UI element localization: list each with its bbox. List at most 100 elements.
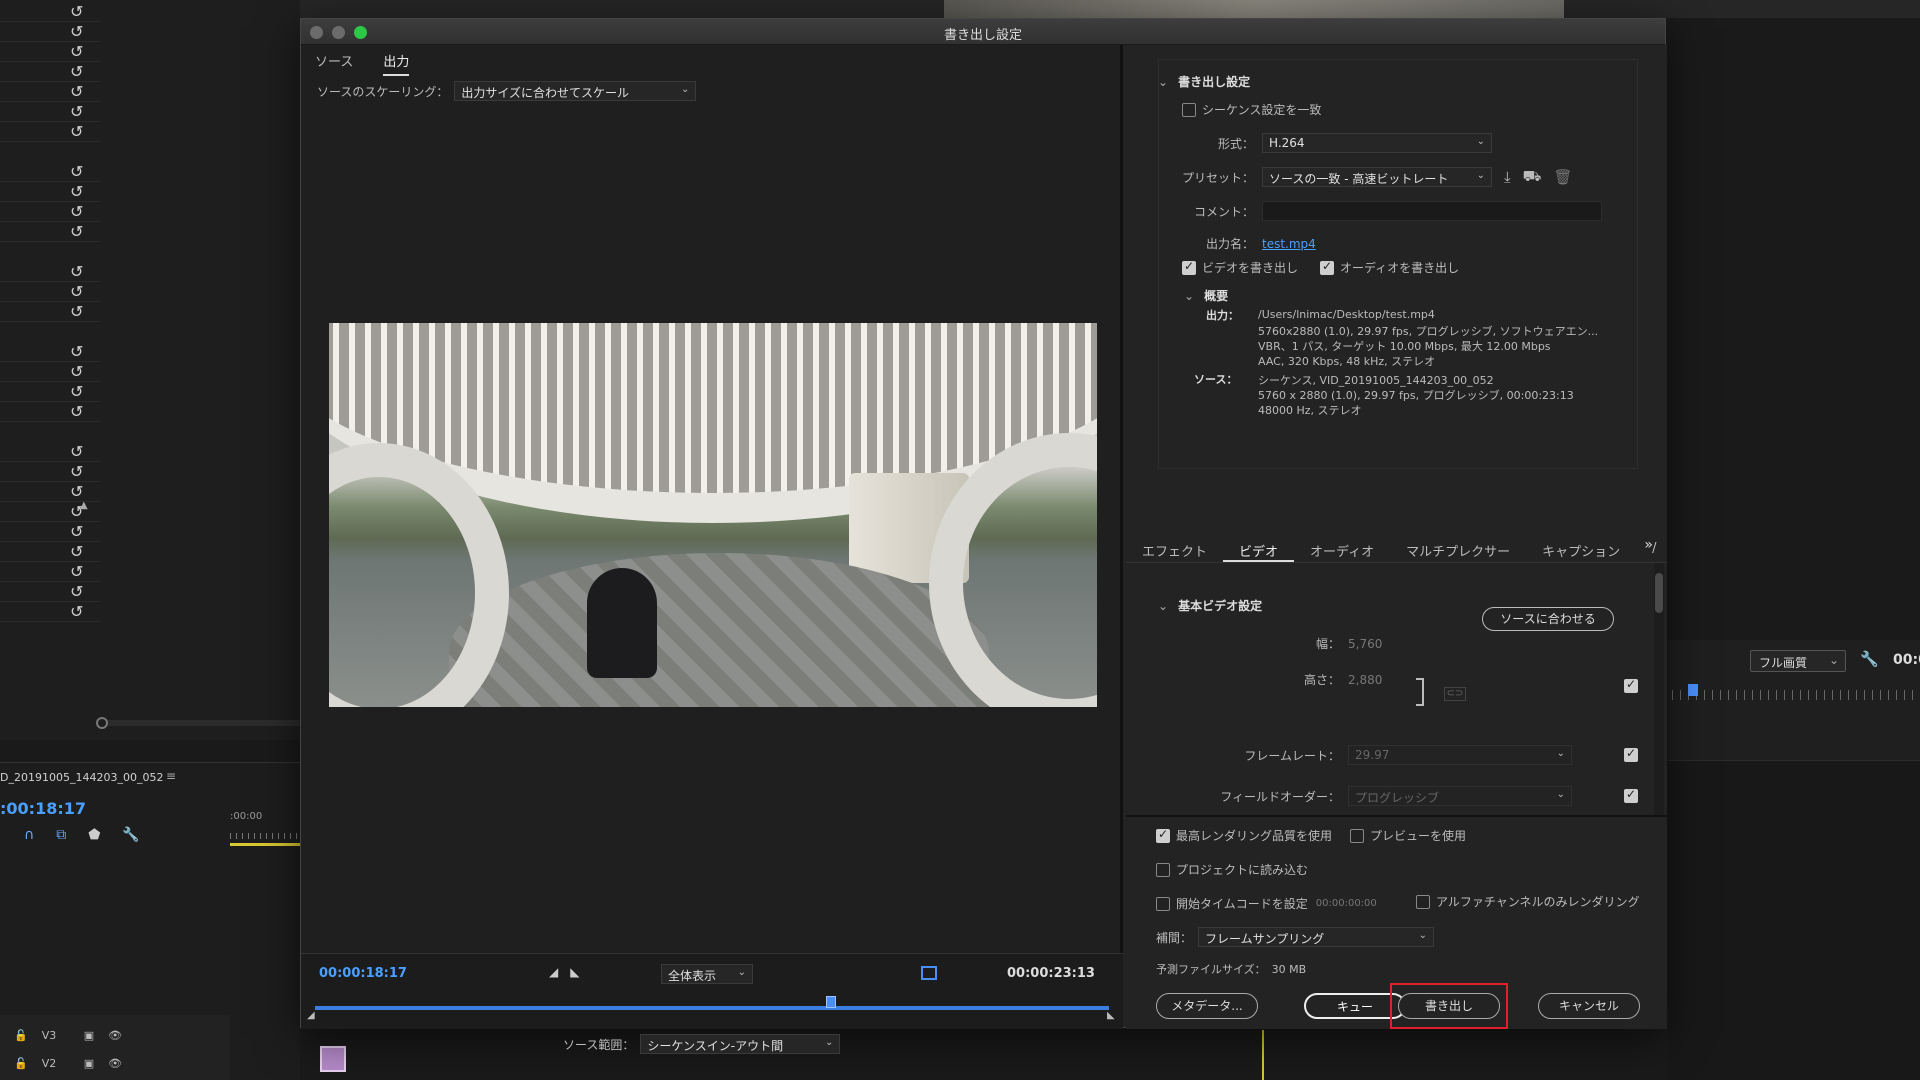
- program-ruler[interactable]: [1672, 690, 1920, 700]
- history-row[interactable]: ↺: [0, 560, 100, 582]
- history-row[interactable]: ↺: [0, 280, 100, 302]
- video-preview[interactable]: [329, 323, 1097, 707]
- import-preset-icon[interactable]: ⛟: [1523, 167, 1542, 187]
- delete-preset-icon[interactable]: 🗑: [1554, 168, 1573, 186]
- width-height-override-checkbox[interactable]: [1624, 677, 1638, 693]
- max-quality-row[interactable]: 最高レンダリング品質を使用: [1156, 827, 1332, 844]
- match-sequence-row[interactable]: シーケンス設定を一致: [1182, 101, 1321, 118]
- history-row[interactable]: ↺: [0, 20, 100, 42]
- tab-audio[interactable]: オーディオ: [1294, 533, 1390, 562]
- panel-menu-icon[interactable]: ≡: [166, 769, 176, 783]
- sequence-name[interactable]: D_20191005_144203_00_052: [0, 771, 163, 784]
- track-v3[interactable]: 🔓 V3 ▣ 👁: [0, 1021, 230, 1049]
- film-icon[interactable]: ▣: [84, 1029, 94, 1042]
- scrub-bar[interactable]: [315, 1006, 1109, 1010]
- field-order-select[interactable]: プログレッシブ ⌄: [1348, 786, 1572, 806]
- export-audio-checkbox[interactable]: [1320, 259, 1334, 275]
- history-row[interactable]: ↺: [0, 120, 100, 142]
- history-row[interactable]: ↺: [0, 460, 100, 482]
- wrench-icon[interactable]: 🔧: [122, 827, 139, 843]
- timeline-ruler[interactable]: :00:00: [230, 811, 300, 851]
- export-video-row[interactable]: ビデオを書き出し: [1182, 259, 1298, 276]
- history-row[interactable]: ↺: [0, 180, 100, 202]
- lock-icon[interactable]: 🔓: [14, 1057, 28, 1070]
- alpha-only-checkbox[interactable]: [1416, 894, 1430, 909]
- wrench-icon[interactable]: 🔧: [1860, 650, 1879, 668]
- basic-video-header[interactable]: ⌄ 基本ビデオ設定: [1158, 597, 1262, 614]
- framerate-select[interactable]: 29.97 ⌄: [1348, 745, 1572, 765]
- tab-effects[interactable]: エフェクト: [1126, 533, 1223, 562]
- format-select[interactable]: H.264 ⌄: [1262, 133, 1492, 153]
- link-icon[interactable]: ⊂⊃: [1444, 687, 1466, 701]
- history-row[interactable]: ↺: [0, 380, 100, 402]
- history-row[interactable]: ↺: [0, 60, 100, 82]
- max-quality-checkbox[interactable]: [1156, 827, 1170, 843]
- import-project-checkbox[interactable]: [1156, 862, 1170, 877]
- set-out-point-icon[interactable]: ◣: [570, 965, 579, 979]
- history-row[interactable]: ↺: [0, 220, 100, 242]
- save-preset-icon[interactable]: ⤓: [1504, 168, 1511, 186]
- history-row[interactable]: ↺: [0, 300, 100, 322]
- history-row[interactable]: ↺: [0, 100, 100, 122]
- crop-icon[interactable]: [921, 966, 937, 980]
- source-range-select[interactable]: シーケンスイン-アウト間 ⌄: [640, 1034, 841, 1054]
- eye-icon[interactable]: 👁: [108, 1057, 122, 1070]
- zoom-select[interactable]: 全体表示 ⌄: [661, 964, 753, 984]
- program-playhead[interactable]: [1688, 684, 1698, 696]
- tab-source[interactable]: ソース: [315, 51, 353, 76]
- history-row[interactable]: ↺: [0, 0, 100, 22]
- linked-selection-icon[interactable]: ⧉: [56, 827, 66, 843]
- cancel-button[interactable]: キャンセル: [1538, 993, 1640, 1019]
- tab-output[interactable]: 出力: [383, 51, 410, 76]
- history-row[interactable]: ↺: [0, 200, 100, 222]
- comment-field[interactable]: [1262, 201, 1602, 221]
- use-preview-checkbox[interactable]: [1350, 828, 1364, 843]
- history-row[interactable]: ↺: [0, 400, 100, 422]
- summary-header[interactable]: ⌄ 概要: [1184, 287, 1228, 304]
- history-row[interactable]: ↺: [0, 440, 100, 462]
- history-row[interactable]: ↺: [0, 340, 100, 362]
- program-timecode[interactable]: 00:0: [1893, 652, 1920, 668]
- start-timecode-value[interactable]: 00:00:00:00: [1316, 898, 1377, 909]
- eye-icon[interactable]: 👁: [108, 1029, 122, 1042]
- current-timecode[interactable]: 00:00:18:17: [319, 966, 407, 981]
- more-tabs-icon[interactable]: »: [1644, 537, 1653, 553]
- timeline-clip[interactable]: [320, 1046, 346, 1072]
- preview-playhead[interactable]: [826, 996, 837, 1008]
- film-icon[interactable]: ▣: [84, 1057, 94, 1070]
- history-row[interactable]: ↺: [0, 600, 100, 622]
- marker-icon[interactable]: ⬟: [88, 827, 100, 843]
- history-row[interactable]: ↺: [0, 80, 100, 102]
- export-settings-header[interactable]: ⌄ 書き出し設定: [1158, 73, 1250, 90]
- start-timecode-checkbox[interactable]: [1156, 896, 1170, 911]
- track-v2[interactable]: 🔓 V2 ▣ 👁: [0, 1049, 230, 1077]
- history-row[interactable]: ↺: [0, 360, 100, 382]
- width-value[interactable]: 5,760: [1348, 637, 1382, 651]
- metadata-button[interactable]: メタデータ...: [1156, 993, 1258, 1019]
- export-audio-row[interactable]: オーディオを書き出し: [1320, 259, 1459, 276]
- title-bar[interactable]: 書き出し設定: [301, 19, 1665, 45]
- preset-select[interactable]: ソースの一致 - 高速ビットレート ⌄: [1262, 167, 1492, 187]
- collapse-arrow-icon[interactable]: ▲: [80, 500, 88, 511]
- height-value[interactable]: 2,880: [1348, 673, 1382, 687]
- alpha-only-row[interactable]: アルファチャンネルのみレンダリング: [1416, 893, 1640, 910]
- tab-video[interactable]: ビデオ: [1223, 533, 1295, 562]
- lock-icon[interactable]: 🔓: [14, 1029, 28, 1042]
- use-preview-row[interactable]: プレビューを使用: [1350, 827, 1466, 844]
- snap-icon[interactable]: ∩: [24, 827, 34, 843]
- scroll-thumb[interactable]: [1655, 573, 1663, 613]
- export-button[interactable]: 書き出し: [1398, 993, 1500, 1019]
- timeline-timecode[interactable]: :00:18:17: [0, 799, 86, 818]
- playback-quality-select[interactable]: フル画質 ⌄: [1750, 650, 1846, 672]
- set-in-point-icon[interactable]: ◢: [549, 965, 558, 979]
- framerate-override-checkbox[interactable]: [1624, 746, 1638, 762]
- tab-captions[interactable]: キャプション: [1526, 533, 1636, 562]
- history-row[interactable]: ↺: [0, 160, 100, 182]
- match-sequence-checkbox[interactable]: [1182, 102, 1196, 117]
- history-row[interactable]: ↺: [0, 540, 100, 562]
- match-source-button[interactable]: ソースに合わせる: [1482, 607, 1614, 631]
- history-scrollbar[interactable]: [96, 717, 300, 729]
- history-row[interactable]: ↺: [0, 40, 100, 62]
- in-marker-icon[interactable]: ◢: [307, 1010, 315, 1021]
- history-row[interactable]: ↺: [0, 580, 100, 602]
